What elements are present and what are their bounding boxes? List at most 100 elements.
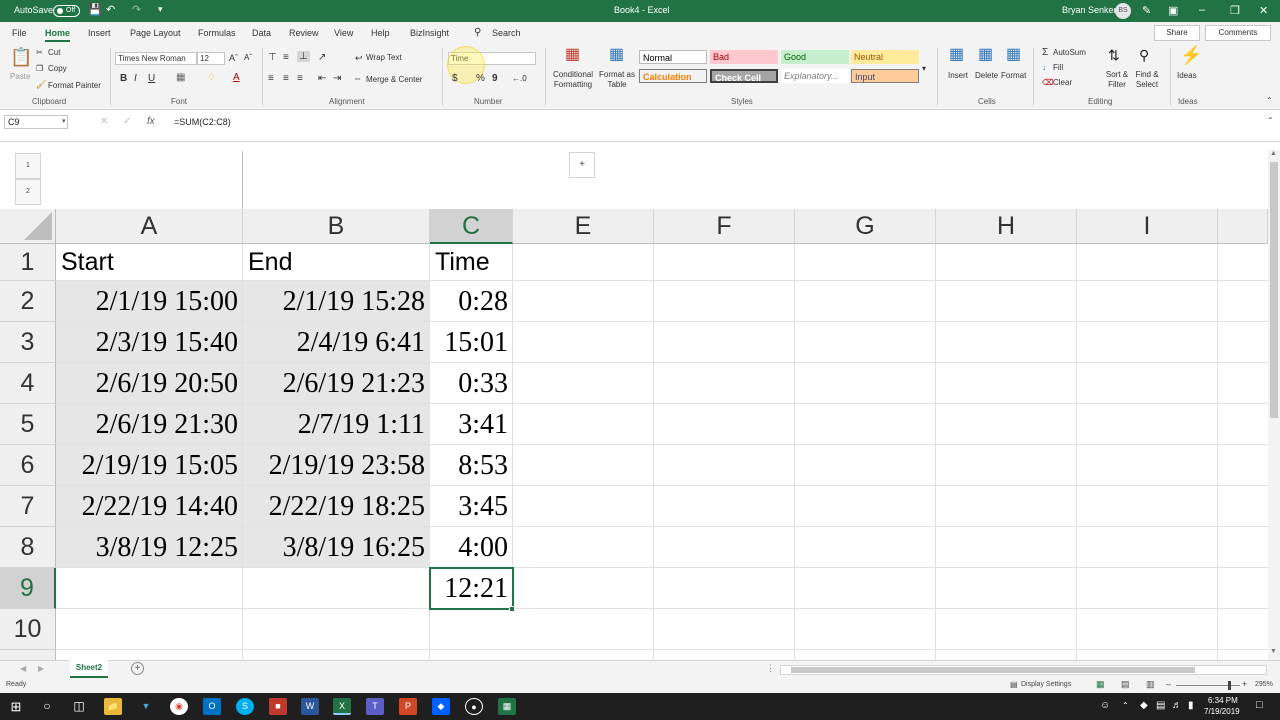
zoom-in-icon[interactable]: + — [1242, 679, 1247, 689]
row-header-6[interactable]: 6 — [0, 445, 56, 486]
word-icon[interactable]: W — [301, 698, 319, 715]
cell-a1[interactable]: Start — [56, 244, 243, 281]
expand-group-button[interactable]: + — [569, 152, 595, 178]
avatar[interactable]: BS — [1115, 3, 1131, 19]
cell-b9[interactable] — [243, 568, 430, 609]
cell-a4[interactable]: 2/6/19 20:50 — [56, 363, 243, 404]
page-break-view-icon[interactable]: ▥ — [1146, 679, 1155, 690]
column-header-f[interactable]: F — [654, 209, 795, 244]
cell-a8[interactable]: 3/8/19 12:25 — [56, 527, 243, 568]
volume-icon[interactable]: ♬ — [1172, 700, 1182, 711]
fill-icon[interactable]: ↓ — [1042, 63, 1046, 72]
share-button[interactable]: Share — [1154, 25, 1200, 41]
style-input[interactable]: Input — [851, 69, 919, 83]
paste-button[interactable]: Paste — [10, 72, 30, 81]
battery-icon[interactable]: ▮ — [1188, 700, 1194, 711]
align-bottom-icon[interactable]: ⊥ — [297, 51, 310, 62]
name-box[interactable]: C9 — [4, 115, 68, 129]
delete-cells-icon[interactable]: ▦ — [978, 47, 993, 63]
comma-style-icon[interactable]: 9 — [492, 73, 498, 84]
pen-icon[interactable]: ✎ — [1142, 4, 1151, 17]
display-settings-icon[interactable]: ▤ — [1010, 680, 1018, 689]
find-select-icon[interactable]: ⚲ — [1139, 48, 1149, 62]
tab-formulas[interactable]: Formulas — [198, 28, 236, 38]
horizontal-scroll-thumb[interactable] — [791, 667, 1195, 673]
enter-icon[interactable]: ✓ — [123, 116, 131, 127]
row-header-2[interactable]: 2 — [0, 281, 56, 322]
cell-c4[interactable]: 0:33 — [430, 363, 513, 404]
ideas-button[interactable]: Ideas — [1177, 71, 1197, 80]
column-header-e[interactable]: E — [513, 209, 654, 244]
style-calculation[interactable]: Calculation — [639, 69, 707, 83]
autosum-icon[interactable]: Σ — [1042, 47, 1048, 58]
zoom-out-icon[interactable]: – — [1166, 679, 1171, 689]
style-good[interactable]: Good — [781, 50, 849, 64]
cell-b2[interactable]: 2/1/19 15:28 — [243, 281, 430, 322]
close-icon[interactable]: ✕ — [1259, 4, 1268, 17]
tab-page-layout[interactable]: Page Layout — [130, 28, 181, 38]
row-header-8[interactable]: 8 — [0, 527, 56, 568]
display-settings-button[interactable]: Display Settings — [1021, 681, 1071, 688]
cell-b4[interactable]: 2/6/19 21:23 — [243, 363, 430, 404]
cell-c8[interactable]: 4:00 — [430, 527, 513, 568]
cancel-icon[interactable]: ✕ — [100, 116, 108, 127]
increase-indent-icon[interactable]: ⇥ — [333, 73, 341, 84]
vertical-scrollbar[interactable]: ▲ ▼ — [1268, 150, 1280, 660]
pinned-app-icon[interactable]: ▼ — [137, 698, 155, 715]
format-as-table-icon[interactable]: ▦ — [609, 47, 624, 63]
tab-home[interactable]: Home — [45, 28, 71, 42]
cell-a6[interactable]: 2/19/19 15:05 — [56, 445, 243, 486]
cell-a2[interactable]: 2/1/19 15:00 — [56, 281, 243, 322]
tab-file[interactable]: File — [12, 28, 27, 38]
file-explorer-icon[interactable]: 📁 — [104, 698, 122, 715]
media-app-icon[interactable]: ● — [465, 698, 483, 715]
cell-c6[interactable]: 8:53 — [430, 445, 513, 486]
format-cells-button[interactable]: Format — [1001, 71, 1026, 80]
quick-access-menu-icon[interactable]: ▾ — [158, 4, 163, 15]
skype-icon[interactable]: S — [236, 698, 254, 715]
restore-icon[interactable]: ❐ — [1230, 4, 1240, 17]
windows-start-icon[interactable]: ⊞ — [7, 698, 25, 715]
grow-font-icon[interactable]: Aˆ — [229, 53, 238, 63]
cell-a5[interactable]: 2/6/19 21:30 — [56, 404, 243, 445]
orientation-icon[interactable]: ↗ — [318, 52, 326, 63]
row-header-11[interactable] — [0, 650, 56, 660]
align-center-icon[interactable]: ≡ — [283, 73, 289, 84]
align-middle-icon[interactable]: ≡ — [283, 52, 289, 63]
zoom-level[interactable]: 295% — [1255, 681, 1273, 688]
excel-icon[interactable]: X — [333, 698, 351, 715]
borders-icon[interactable]: ▦ — [176, 72, 185, 83]
normal-view-icon[interactable]: ▦ — [1096, 679, 1105, 690]
tab-insert[interactable]: Insert — [88, 28, 111, 38]
notifications-icon[interactable]: □ — [1256, 699, 1263, 711]
column-header-blank[interactable] — [1218, 209, 1268, 244]
row-header-1[interactable]: 1 — [0, 244, 56, 281]
column-header-a[interactable]: A — [56, 209, 243, 244]
zoom-slider-thumb[interactable] — [1228, 681, 1231, 690]
outlook-icon[interactable]: O — [203, 698, 221, 715]
cut-icon[interactable]: ✂ — [36, 48, 43, 57]
clock-date[interactable]: 7/19/2019 — [1204, 707, 1240, 716]
ribbon-display-icon[interactable]: ▣ — [1168, 4, 1178, 17]
expand-formula-icon[interactable]: ⌃ — [1267, 116, 1274, 125]
tray-expand-icon[interactable]: ⌃ — [1122, 701, 1129, 710]
fill-color-icon[interactable]: ♢ — [207, 72, 216, 83]
cell-b8[interactable]: 3/8/19 16:25 — [243, 527, 430, 568]
column-header-b[interactable]: B — [243, 209, 430, 244]
conditional-formatting-button[interactable]: Conditional Formatting — [552, 70, 594, 90]
font-name-select[interactable]: Times New Roman — [115, 52, 197, 65]
vertical-scroll-thumb[interactable] — [1270, 162, 1278, 418]
underline-icon[interactable]: U — [148, 73, 155, 84]
powerpoint-icon[interactable]: P — [399, 698, 417, 715]
style-normal[interactable]: Normal — [639, 50, 707, 64]
copy-button[interactable]: Copy — [48, 64, 67, 73]
merge-center-icon[interactable]: ⇔ — [353, 73, 362, 83]
dropbox-icon[interactable]: ◆ — [432, 698, 450, 715]
cell-b7[interactable]: 2/22/19 18:25 — [243, 486, 430, 527]
clear-button[interactable]: Clear — [1053, 78, 1072, 87]
row-header-5[interactable]: 5 — [0, 404, 56, 445]
wrap-text-icon[interactable]: ↩ — [355, 53, 363, 64]
row-header-4[interactable]: 4 — [0, 363, 56, 404]
shrink-font-icon[interactable]: Aˇ — [244, 53, 252, 62]
styles-more-icon[interactable]: ▾ — [922, 64, 926, 73]
